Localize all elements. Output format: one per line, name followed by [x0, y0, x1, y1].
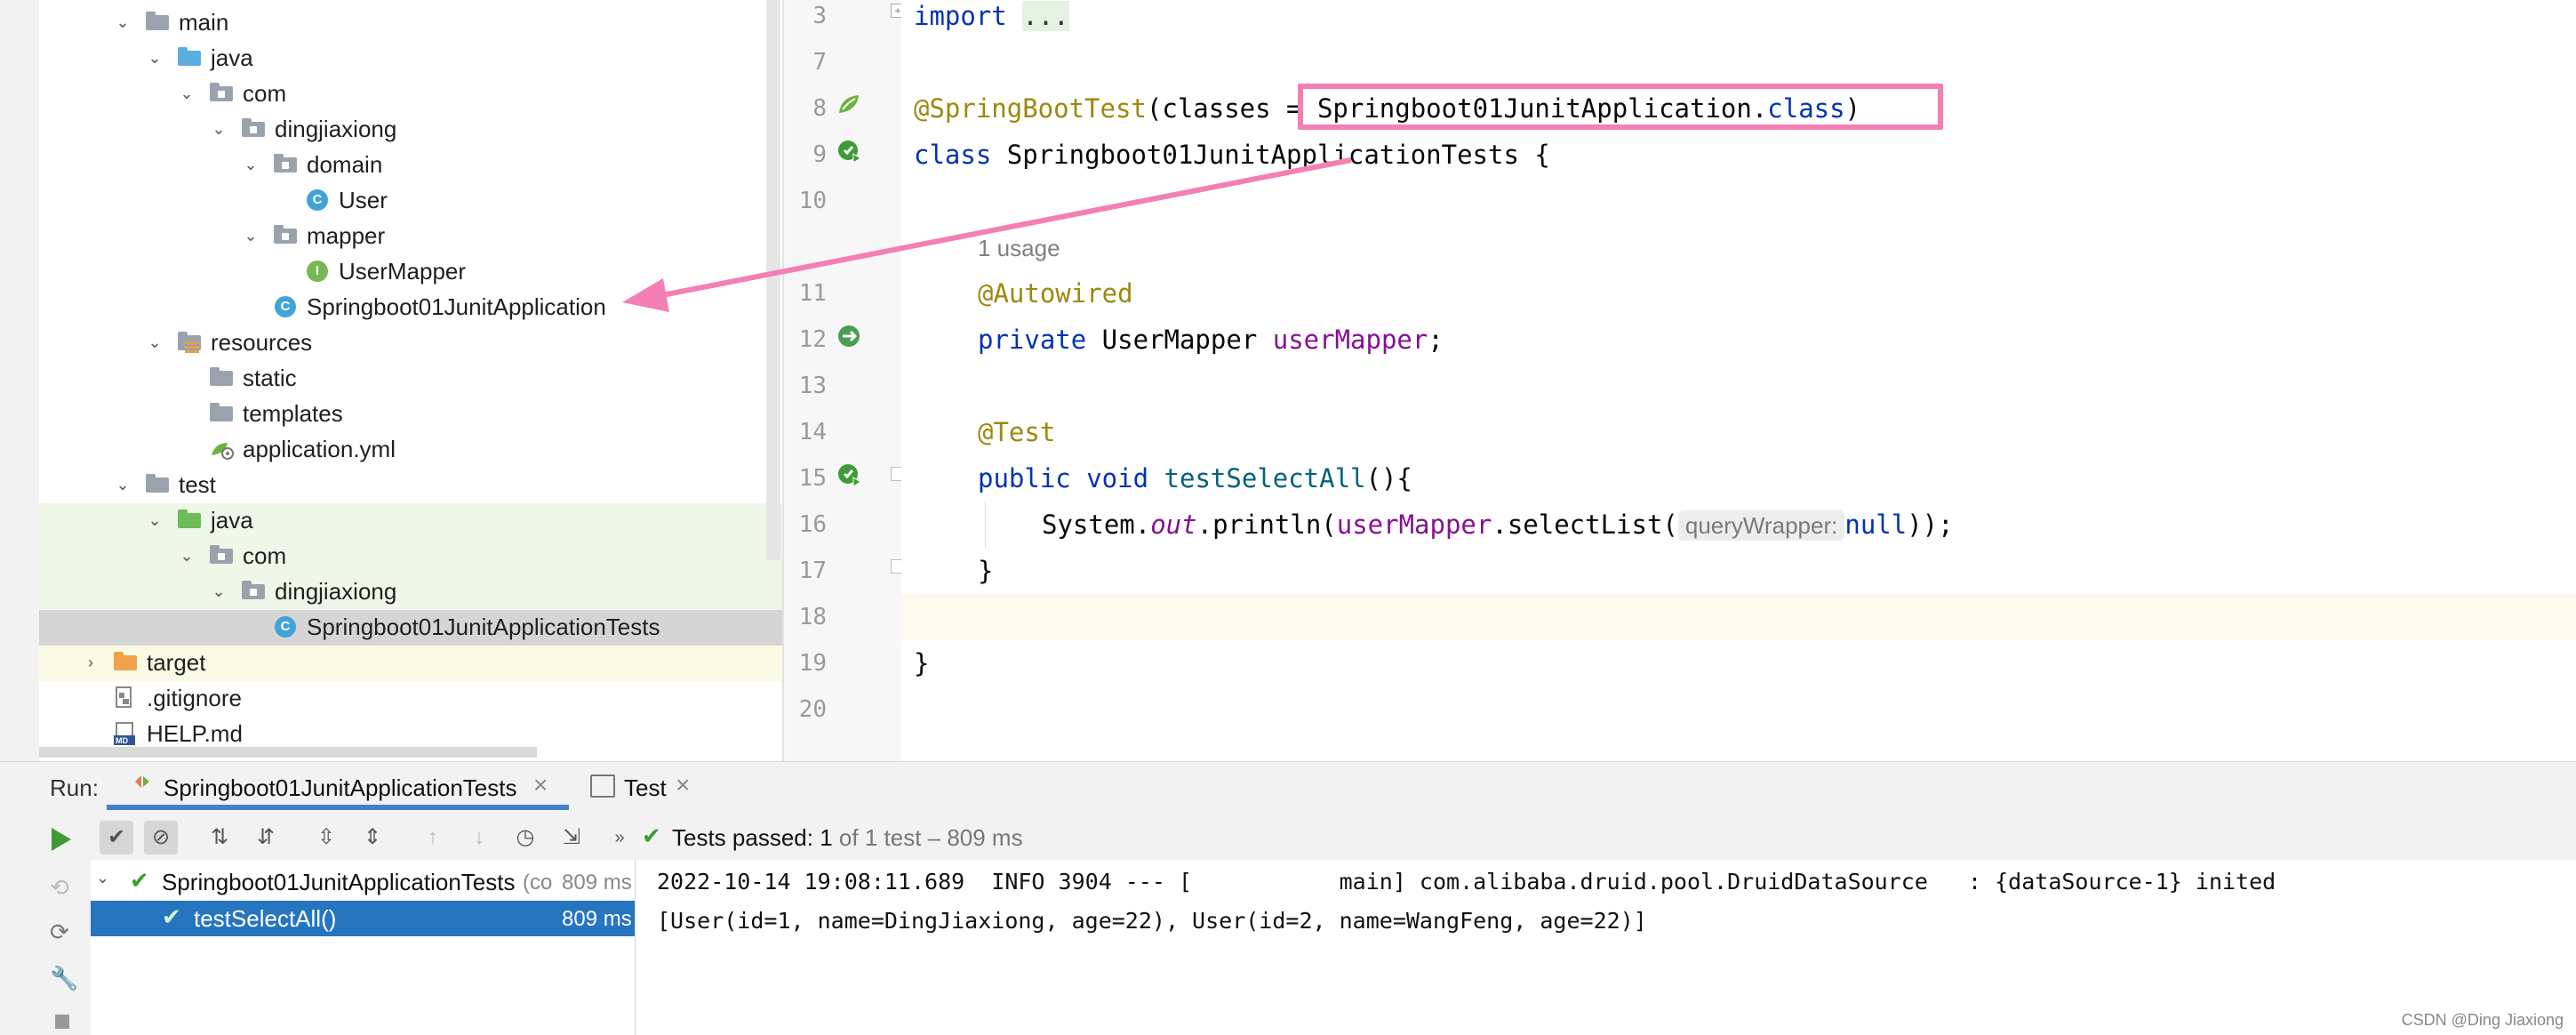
test-runner-toolbar: ✔ ⊘ ⇅ ⇵ ⇳ ⇕ ↑ ↓ ◷ ⇲ » ✔ Tests passed: 1 …	[89, 814, 2576, 860]
active-tab-indicator	[107, 805, 569, 810]
test-config-icon	[133, 773, 149, 789]
check-icon: ✔	[642, 822, 661, 849]
check-icon: ✔	[130, 867, 149, 894]
wrench-icon[interactable]: 🔧	[50, 965, 78, 992]
test-history-icon[interactable]: ◷	[508, 821, 542, 854]
run-tool-window: Run: Springboot01JunitApplicationTests ×…	[0, 761, 2576, 1035]
rerun-failed-icon[interactable]: ⟲	[50, 874, 69, 902]
chevron-down-icon[interactable]: ⌄	[96, 869, 109, 887]
sort-by-duration-icon[interactable]: ⇵	[249, 821, 283, 854]
console-output[interactable]: 2022-10-14 19:08:11.689 INFO 3904 --- [ …	[636, 860, 2576, 1035]
next-test-icon[interactable]: ↓	[462, 821, 496, 854]
run-label: Run:	[50, 774, 99, 801]
test-status-text: Tests passed: 1 of 1 test – 809 ms	[672, 824, 1023, 851]
run-side-toolbar: ⟲ ⟳ 🔧	[39, 814, 89, 1035]
test-results-tree: ⌄ ✔ Springboot01JunitApplicationTests (c…	[91, 860, 636, 1035]
annotation-arrow	[622, 157, 1352, 312]
more-actions-icon[interactable]: »	[603, 821, 636, 854]
previous-test-icon[interactable]: ↑	[416, 821, 450, 854]
show-passed-icon[interactable]: ✔	[100, 821, 133, 854]
test-suite-row[interactable]: ⌄ ✔ Springboot01JunitApplicationTests (c…	[91, 863, 635, 901]
tab-springboot01junitapplicationtests[interactable]: Springboot01JunitApplicationTests ×	[107, 766, 569, 810]
sort-alphabetically-icon[interactable]: ⇅	[203, 821, 236, 854]
console-line: 2022-10-14 19:08:11.689 INFO 3904 --- [ …	[657, 869, 2276, 895]
tab-test[interactable]: Test ×	[587, 766, 711, 810]
close-icon[interactable]: ×	[676, 771, 690, 799]
console-icon	[590, 774, 615, 798]
import-tests-icon[interactable]: ⇲	[555, 821, 588, 854]
toggle-auto-test-icon[interactable]: ⟳	[50, 919, 69, 946]
collapse-all-icon[interactable]: ⇕	[356, 821, 389, 854]
test-method-row[interactable]: ✔ testSelectAll() 809 ms	[91, 901, 635, 936]
watermark: CSDN @Ding Jiaxiong	[2401, 1011, 2564, 1029]
expand-all-icon[interactable]: ⇳	[309, 821, 343, 854]
rerun-icon[interactable]	[52, 828, 71, 851]
check-icon: ✔	[162, 903, 181, 930]
close-icon[interactable]: ×	[533, 771, 548, 799]
run-tab-bar: Run: Springboot01JunitApplicationTests ×…	[0, 762, 2576, 814]
show-ignored-icon[interactable]: ⊘	[144, 821, 178, 854]
stop-icon[interactable]	[55, 1015, 69, 1029]
console-line: [User(id=1, name=DingJiaxiong, age=22), …	[657, 908, 1647, 934]
